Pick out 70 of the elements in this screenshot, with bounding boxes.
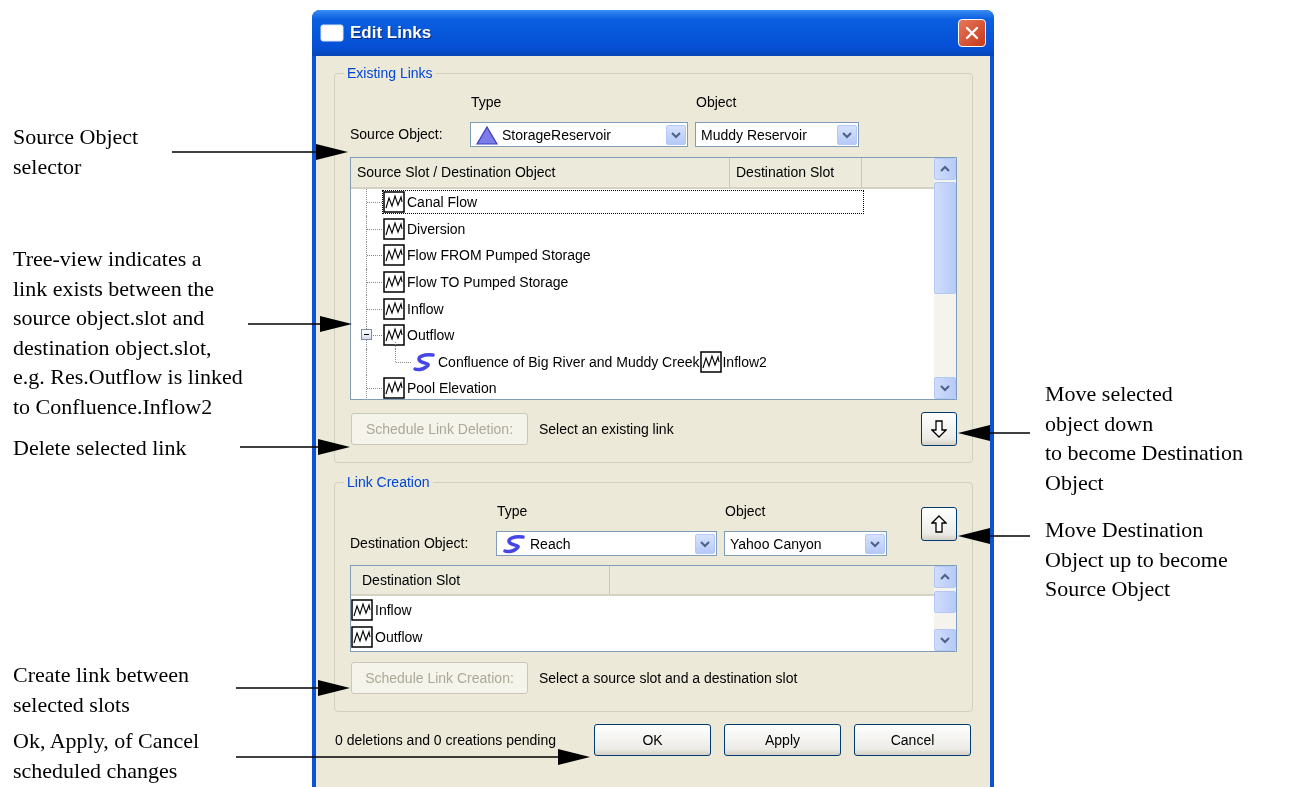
close-button[interactable]	[958, 19, 986, 47]
dialog-button[interactable]: Cancel	[854, 724, 971, 756]
hint-text: Select a source slot and a destination slot	[539, 669, 799, 686]
list-item[interactable]: Outflow	[351, 623, 934, 650]
scroll-thumb[interactable]	[934, 182, 956, 294]
tree-item[interactable]: Confluence of Big River and Muddy Creek	[411, 349, 701, 374]
field-label: Object	[695, 93, 738, 111]
annotation-text: Move Destination Object up to become Source Object	[1045, 516, 1228, 603]
tree-item[interactable]: Flow TO Pumped Storage	[382, 270, 570, 295]
graph-icon	[383, 217, 405, 240]
field-label: Source Object:	[350, 125, 444, 144]
chevron-icon	[865, 533, 885, 554]
graph-icon	[383, 324, 405, 347]
tree-item[interactable]: Canal Flow	[382, 190, 864, 215]
chevron-icon	[940, 573, 950, 581]
graph-icon	[383, 244, 405, 267]
annotation-text: Create link between selected slots	[13, 661, 189, 719]
tree-item[interactable]: Diversion	[382, 216, 467, 241]
tree-item[interactable]: Outflow	[382, 323, 456, 348]
squiggle-icon	[412, 351, 436, 372]
squiggle-icon	[502, 533, 526, 554]
scroll-down-button[interactable]	[934, 377, 956, 399]
chevron-icon	[940, 165, 950, 173]
down-arrow-icon	[931, 420, 947, 438]
collapse-icon[interactable]	[361, 329, 372, 341]
status-text: 0 deletions and 0 creations pending	[334, 732, 558, 748]
table-cell: Inflow2	[722, 353, 767, 370]
dialog-button[interactable]: Apply	[724, 724, 841, 756]
dialog-button[interactable]: OK	[594, 724, 711, 756]
chevron-icon	[940, 636, 950, 644]
tree-item[interactable]: Pool Elevation	[382, 376, 498, 399]
field-label: Type	[496, 502, 529, 520]
tree-item[interactable]: Inflow	[382, 296, 445, 321]
tree-item[interactable]: Flow FROM Pumped Storage	[382, 243, 592, 268]
field-label: Object	[724, 502, 767, 520]
graph-icon	[383, 191, 405, 214]
type-dropdown[interactable]: Reach	[496, 531, 717, 556]
scroll-up-button[interactable]	[934, 158, 956, 180]
move-down-button[interactable]	[921, 412, 957, 446]
object-dropdown[interactable]: Muddy Reservoir	[695, 122, 859, 147]
list-item[interactable]: Inflow	[351, 596, 934, 623]
annotation-text: Ok, Apply, of Cancel scheduled changes	[13, 727, 200, 785]
scroll-down-button[interactable]	[934, 629, 956, 651]
annotation-text: Move selected object down to become Destination Object	[1045, 380, 1243, 497]
field-label: Destination Object:	[350, 534, 470, 553]
up-arrow-icon	[931, 515, 947, 533]
triangle-icon	[476, 124, 498, 145]
scroll-thumb[interactable]	[934, 591, 956, 613]
move-up-button[interactable]	[921, 507, 957, 541]
scroll-up-button[interactable]	[934, 566, 956, 588]
type-dropdown[interactable]: StorageReservoir	[470, 122, 688, 147]
chevron-icon	[666, 124, 686, 145]
window-title: Edit Links	[350, 23, 433, 43]
column-header[interactable]: Destination Slot	[730, 158, 862, 187]
hint-text: Select an existing link	[539, 421, 675, 437]
group-title: Existing Links	[344, 64, 436, 82]
graph-icon	[700, 350, 723, 373]
window-icon	[320, 24, 344, 42]
chevron-icon	[695, 533, 715, 554]
annotation-text: Source Object selector	[13, 123, 139, 181]
field-label: Type	[470, 93, 503, 111]
column-header[interactable]: Source Slot / Destination Object	[351, 158, 730, 187]
graph-icon	[383, 297, 405, 320]
annotation-text: Delete selected link	[13, 434, 187, 462]
object-dropdown[interactable]: Yahoo Canyon	[724, 531, 887, 556]
chevron-icon	[940, 384, 950, 392]
graph-icon	[383, 271, 405, 294]
annotation-text: Tree-view indicates a link exists between the source object.slot and destination object.slot, e.g. Res.Outflow is linked to Confluence.Inflow2	[13, 245, 243, 421]
close-icon	[965, 26, 979, 40]
chevron-icon	[837, 124, 857, 145]
